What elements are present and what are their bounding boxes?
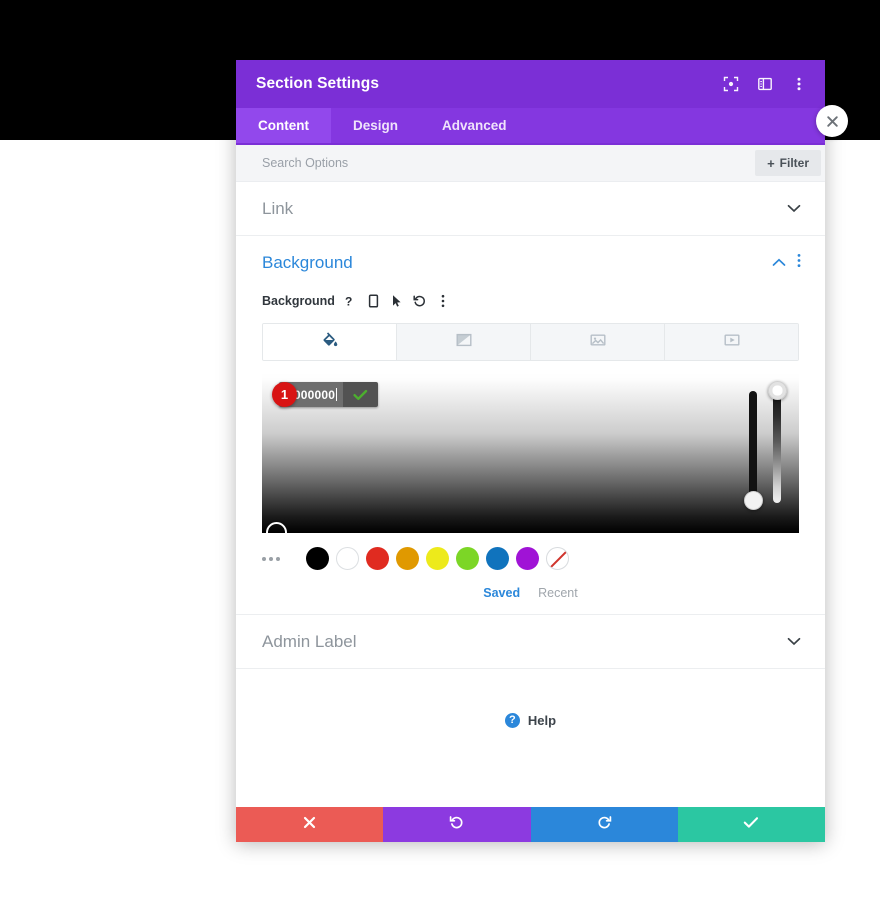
swatch-red[interactable] (366, 547, 389, 570)
hover-cursor-icon[interactable] (390, 293, 404, 309)
section-admin-label-label: Admin Label (262, 631, 357, 651)
section-options-kebab-icon[interactable] (797, 253, 801, 273)
search-input[interactable] (262, 156, 756, 170)
help-circle-icon: ? (504, 713, 520, 728)
background-video-tab[interactable] (665, 324, 798, 360)
swatch-green[interactable] (456, 547, 479, 570)
section-background-header[interactable]: Background (236, 236, 825, 290)
image-icon (589, 331, 607, 354)
text-caret (336, 388, 338, 401)
background-type-tabs (262, 323, 799, 361)
swatch-blue[interactable] (486, 547, 509, 570)
swatch-black[interactable] (306, 547, 329, 570)
save-button[interactable] (677, 807, 825, 842)
swatch-more-icon[interactable] (262, 556, 288, 561)
close-x-icon (303, 816, 316, 834)
modal-footer (236, 807, 825, 842)
modal-tabbar: Content Design Advanced (236, 108, 825, 145)
filter-button-label: Filter (779, 156, 809, 170)
video-icon (723, 331, 741, 354)
option-menu-kebab-icon[interactable] (436, 293, 450, 309)
svg-text:?: ? (345, 295, 352, 309)
redo-button[interactable] (530, 807, 678, 842)
section-admin-label[interactable]: Admin Label (236, 615, 825, 669)
cancel-button[interactable] (236, 807, 384, 842)
swatch-yellow[interactable] (426, 547, 449, 570)
hue-slider[interactable] (749, 391, 757, 503)
alpha-slider[interactable] (773, 391, 781, 503)
background-control-row: Background ? (236, 288, 825, 314)
saturation-handle[interactable] (266, 522, 287, 533)
responsive-phone-icon[interactable] (367, 293, 381, 309)
palette-tabs: Saved Recent (236, 586, 825, 600)
palette-tab-saved[interactable]: Saved (483, 586, 520, 600)
section-link[interactable]: Link (236, 182, 825, 236)
reset-icon[interactable] (413, 293, 427, 309)
modal-header: Section Settings (236, 60, 825, 108)
background-color-tab[interactable] (263, 324, 397, 360)
background-gradient-tab[interactable] (397, 324, 531, 360)
palette-tab-recent[interactable]: Recent (538, 586, 578, 600)
section-background: Background Background ? 1 #000000 Saved … (236, 236, 825, 615)
tab-design[interactable]: Design (331, 108, 420, 143)
search-row: + Filter (236, 145, 825, 182)
layout-split-icon[interactable] (755, 74, 775, 94)
swatch-none[interactable] (546, 547, 569, 570)
page-title: Section Settings (256, 75, 380, 92)
fullscreen-icon[interactable] (721, 74, 741, 94)
plus-icon: + (767, 155, 775, 171)
tab-advanced[interactable]: Advanced (420, 108, 529, 143)
step-badge-1: 1 (272, 382, 297, 407)
section-background-label: Background (262, 253, 353, 272)
section-background-header-icons (772, 253, 801, 273)
filter-button[interactable]: + Filter (755, 150, 821, 176)
hex-confirm-button[interactable] (343, 382, 378, 407)
redo-arrow-icon (597, 815, 612, 835)
chevron-up-icon[interactable] (772, 254, 786, 272)
swatch-orange[interactable] (396, 547, 419, 570)
page-root: Section Settings Content Design Advanced… (0, 0, 880, 897)
paint-bucket-icon (321, 331, 339, 354)
undo-button[interactable] (383, 807, 531, 842)
header-icon-group (721, 74, 809, 94)
undo-arrow-icon (449, 815, 464, 835)
gradient-icon (455, 331, 473, 354)
chevron-down-icon[interactable] (787, 637, 801, 646)
help-icon[interactable]: ? (344, 293, 358, 309)
section-link-label: Link (262, 198, 294, 218)
swatch-white[interactable] (336, 547, 359, 570)
hue-slider-knob[interactable] (743, 491, 763, 510)
color-picker-panel[interactable]: 1 #000000 (262, 373, 799, 533)
section-settings-modal: Section Settings Content Design Advanced… (236, 60, 825, 842)
swatch-purple[interactable] (516, 547, 539, 570)
checkmark-icon (743, 816, 759, 834)
alpha-slider-knob[interactable] (767, 381, 787, 400)
background-control-label: Background (262, 294, 335, 308)
modal-body: Link Background Background ? 1 #000000 S… (236, 182, 825, 807)
close-button[interactable] (816, 105, 848, 137)
help-label: Help (527, 713, 557, 728)
help-link[interactable]: ? Help (236, 713, 825, 728)
tab-content[interactable]: Content (236, 108, 331, 143)
color-swatch-row (236, 547, 825, 570)
background-image-tab[interactable] (531, 324, 665, 360)
chevron-down-icon[interactable] (787, 204, 801, 213)
more-options-icon[interactable] (789, 74, 809, 94)
